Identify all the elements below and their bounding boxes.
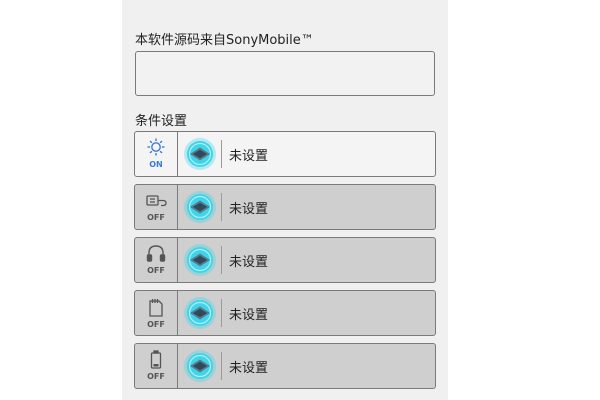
trigger-state-label: OFF xyxy=(147,266,165,275)
condition-row-label: 未设置 xyxy=(229,307,269,323)
action-icon-4[interactable] xyxy=(183,296,217,330)
brightness-icon: ON xyxy=(147,138,165,169)
action-diamond-icon xyxy=(184,191,216,223)
row-divider xyxy=(221,193,222,221)
condition-row-battery[interactable]: OFF 未设置 xyxy=(134,343,436,389)
condition-settings-title: 条件设置 xyxy=(135,114,188,129)
brightness-trigger[interactable]: ON xyxy=(135,132,178,176)
row-divider xyxy=(221,352,222,380)
condition-row-label: 未设置 xyxy=(229,148,269,164)
headphones-trigger[interactable]: OFF xyxy=(135,238,178,282)
action-diamond-icon xyxy=(184,138,216,170)
action-diamond-icon xyxy=(184,350,216,382)
row-divider xyxy=(221,246,222,274)
action-diamond-icon xyxy=(184,297,216,329)
trigger-state-label: OFF xyxy=(147,372,165,381)
headphones-icon: OFF xyxy=(146,245,166,275)
condition-row-brightness[interactable]: ON 未设置 xyxy=(134,131,436,177)
trigger-state-label: ON xyxy=(149,160,163,169)
condition-row-label: 未设置 xyxy=(229,360,269,376)
usb-cable-icon: OFF xyxy=(146,195,167,222)
sd-card-icon: OFF xyxy=(147,299,165,329)
condition-row-usb[interactable]: OFF 未设置 xyxy=(134,184,436,230)
action-icon-1[interactable] xyxy=(183,137,217,171)
condition-row-sd-card[interactable]: OFF 未设置 xyxy=(134,290,436,336)
sd-card-trigger[interactable]: OFF xyxy=(135,291,178,335)
source-text-field[interactable] xyxy=(135,51,435,96)
condition-row-headphones[interactable]: OFF 未设置 xyxy=(134,237,436,283)
battery-icon: OFF xyxy=(147,350,165,381)
action-diamond-icon xyxy=(184,244,216,276)
row-divider xyxy=(221,140,222,168)
trigger-state-label: OFF xyxy=(147,213,165,222)
battery-trigger[interactable]: OFF xyxy=(135,344,178,388)
trigger-state-label: OFF xyxy=(147,320,165,329)
action-icon-5[interactable] xyxy=(183,349,217,383)
condition-row-label: 未设置 xyxy=(229,201,269,217)
usb-trigger[interactable]: OFF xyxy=(135,185,178,229)
source-credit-label: 本软件源码来自SonyMobile™ xyxy=(135,33,314,48)
action-icon-3[interactable] xyxy=(183,243,217,277)
condition-row-label: 未设置 xyxy=(229,254,269,270)
row-divider xyxy=(221,299,222,327)
action-icon-2[interactable] xyxy=(183,190,217,224)
